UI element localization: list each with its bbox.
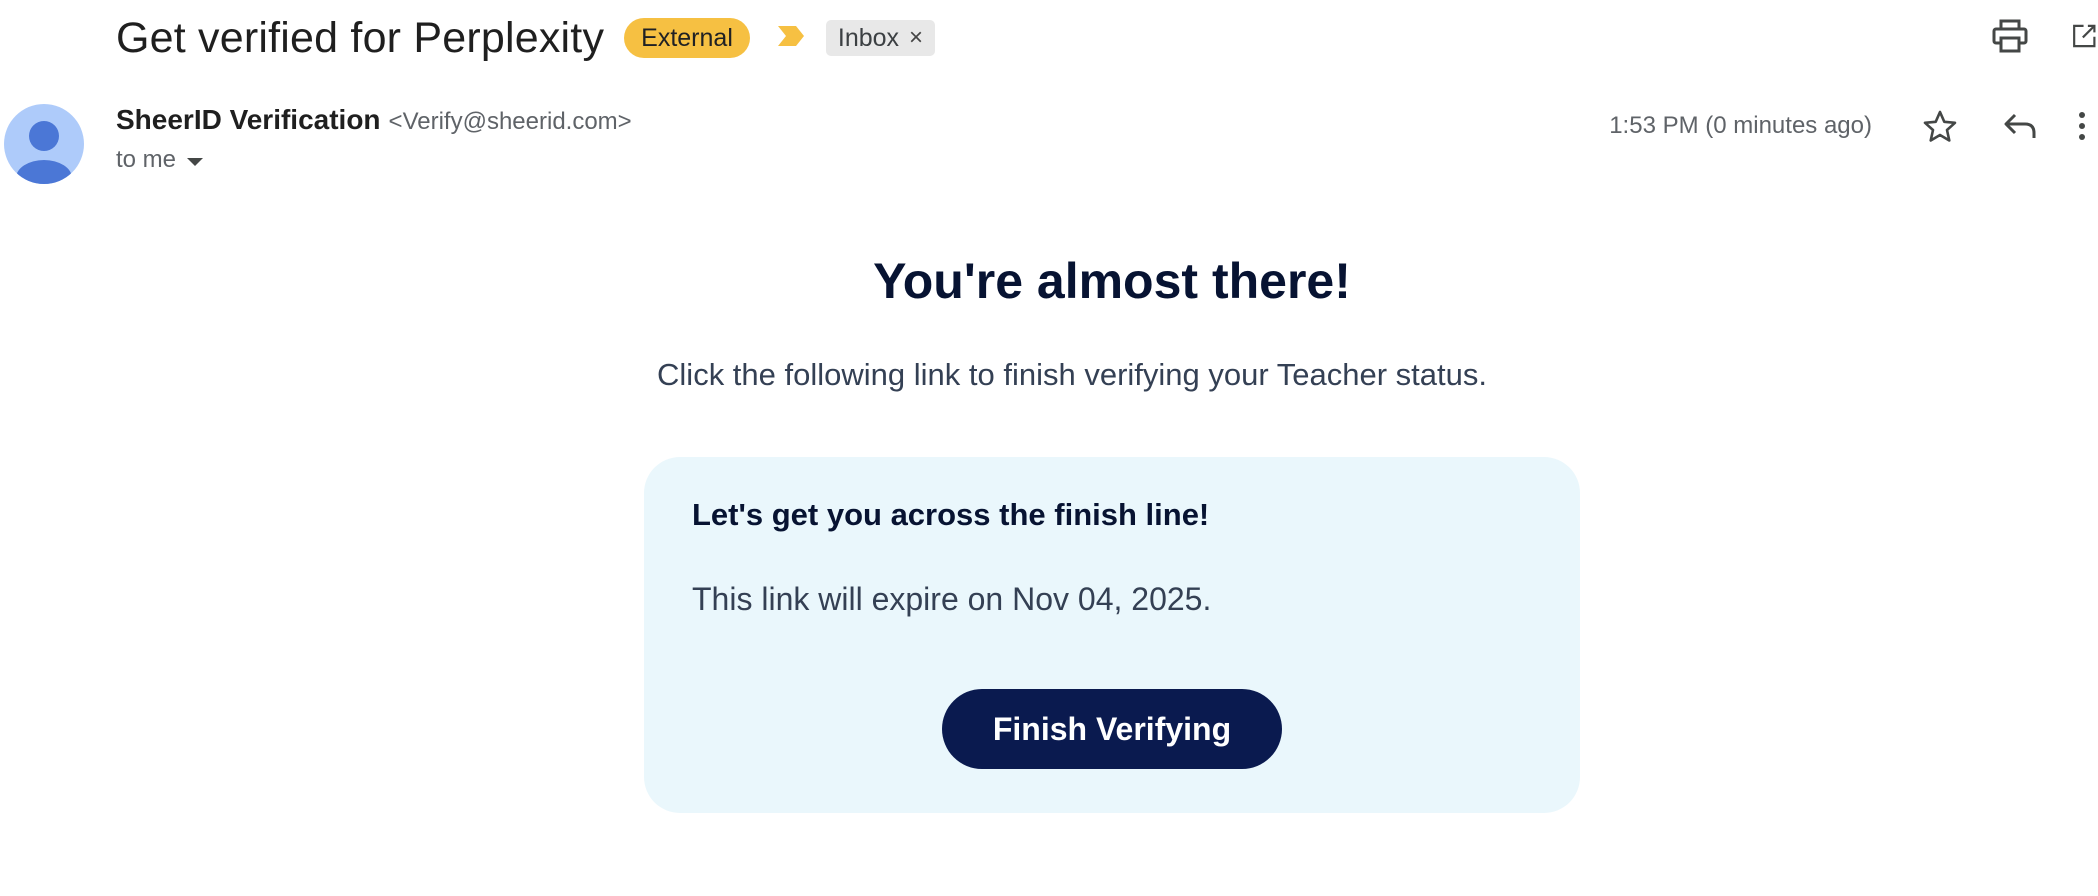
email-instruction: Click the following link to finish verif… [657,357,1487,392]
email-subject: Get verified for Perplexity [116,13,605,62]
finish-verifying-button[interactable]: Finish Verifying [942,689,1282,769]
more-vert-icon[interactable] [2078,104,2098,148]
sender-email: <Verify@sheerid.com> [388,108,632,135]
sender-name[interactable]: SheerID Verification [116,104,381,136]
link-expiry-text: This link will expire on Nov 04, 2025. [692,581,1212,617]
sender-block: SheerID Verification <Verify@sheerid.com… [116,104,632,174]
open-in-new-window-icon[interactable] [2072,14,2098,58]
print-icon[interactable] [1988,14,2032,58]
verification-card: Let's get you across the finish line! Th… [644,457,1580,813]
importance-marker-icon[interactable] [770,24,806,53]
subject-row: Get verified for Perplexity External Inb… [116,10,936,66]
message-actions: 1:53 PM (0 minutes ago) [1609,104,2098,148]
email-view: Get verified for Perplexity External Inb… [0,0,2098,896]
dropdown-arrow-icon[interactable] [186,146,204,174]
recipient-text: to me [116,146,177,173]
recipient-details-toggle[interactable]: to me [116,146,632,174]
inbox-label-text: Inbox [837,24,900,52]
reply-icon[interactable] [1998,104,2042,148]
message-timestamp: 1:53 PM (0 minutes ago) [1609,112,1872,139]
top-actions [1988,14,2098,58]
email-headline: You're almost there! [873,253,1351,309]
remove-label-icon[interactable]: × [909,20,923,56]
external-label[interactable]: External [624,18,750,58]
sender-line: SheerID Verification <Verify@sheerid.com… [116,104,632,136]
card-title: Let's get you across the finish line! [692,497,1210,532]
inbox-label[interactable]: Inbox × [825,20,936,56]
default-avatar-icon [4,104,84,184]
star-icon[interactable] [1918,104,1962,148]
